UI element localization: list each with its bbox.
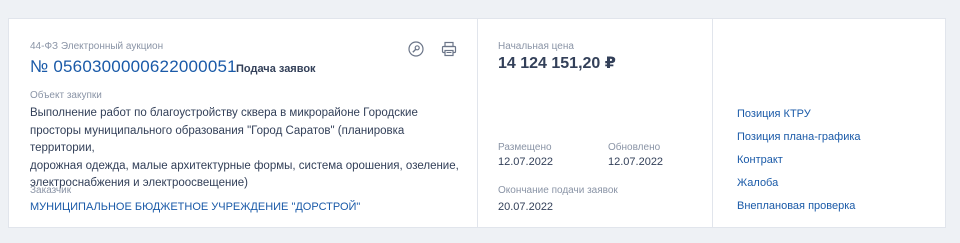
- procurement-card: 44-ФЗ Электронный аукцион № 056030000062…: [8, 18, 946, 228]
- customer-label: Заказчик: [30, 185, 72, 196]
- link-contract[interactable]: Контракт: [737, 153, 861, 176]
- subject-line: дорожная одежда, малые архитектурные фор…: [30, 159, 459, 172]
- link-complaint[interactable]: Жалоба: [737, 176, 861, 199]
- registry-number-link[interactable]: № 0560300000622000051: [30, 57, 237, 77]
- end-date: 20.07.2022: [498, 201, 554, 213]
- subject-line: электроснабжения и электроосвещение): [30, 177, 248, 189]
- badge-icon[interactable]: [407, 40, 425, 58]
- status-badge: Подача заявок: [236, 63, 316, 75]
- link-ktru[interactable]: Позиция КТРУ: [737, 107, 861, 130]
- price-dates-column: Начальная цена 14 124 151,20 ₽ Размещено…: [478, 19, 713, 227]
- subject-line: просторы муниципального образования "Гор…: [30, 124, 405, 155]
- related-links: Позиция КТРУ Позиция плана-графика Контр…: [737, 107, 861, 222]
- end-date-label: Окончание подачи заявок: [498, 185, 618, 196]
- price-label: Начальная цена: [498, 41, 574, 52]
- procurement-main-column: 44-ФЗ Электронный аукцион № 056030000062…: [9, 19, 478, 227]
- link-unscheduled-inspection[interactable]: Внеплановая проверка: [737, 199, 861, 222]
- price-value: 14 124 151,20 ₽: [498, 55, 616, 72]
- link-plan-schedule[interactable]: Позиция плана-графика: [737, 130, 861, 153]
- placed-date: 12.07.2022: [498, 156, 554, 168]
- subject-label: Объект закупки: [30, 90, 102, 101]
- subject-text: Выполнение работ по благоустройству скве…: [30, 105, 460, 193]
- customer-link[interactable]: МУНИЦИПАЛЬНОЕ БЮДЖЕТНОЕ УЧРЕЖДЕНИЕ "ДОРС…: [30, 201, 360, 213]
- related-links-column: Позиция КТРУ Позиция плана-графика Контр…: [713, 19, 945, 227]
- updated-date: 12.07.2022: [608, 156, 664, 168]
- updated-label: Обновлено: [608, 142, 661, 153]
- subject-line: Выполнение работ по благоустройству скве…: [30, 107, 418, 119]
- placed-label: Размещено: [498, 142, 552, 153]
- printer-icon[interactable]: [440, 40, 458, 58]
- procedure-type: 44-ФЗ Электронный аукцион: [30, 41, 164, 52]
